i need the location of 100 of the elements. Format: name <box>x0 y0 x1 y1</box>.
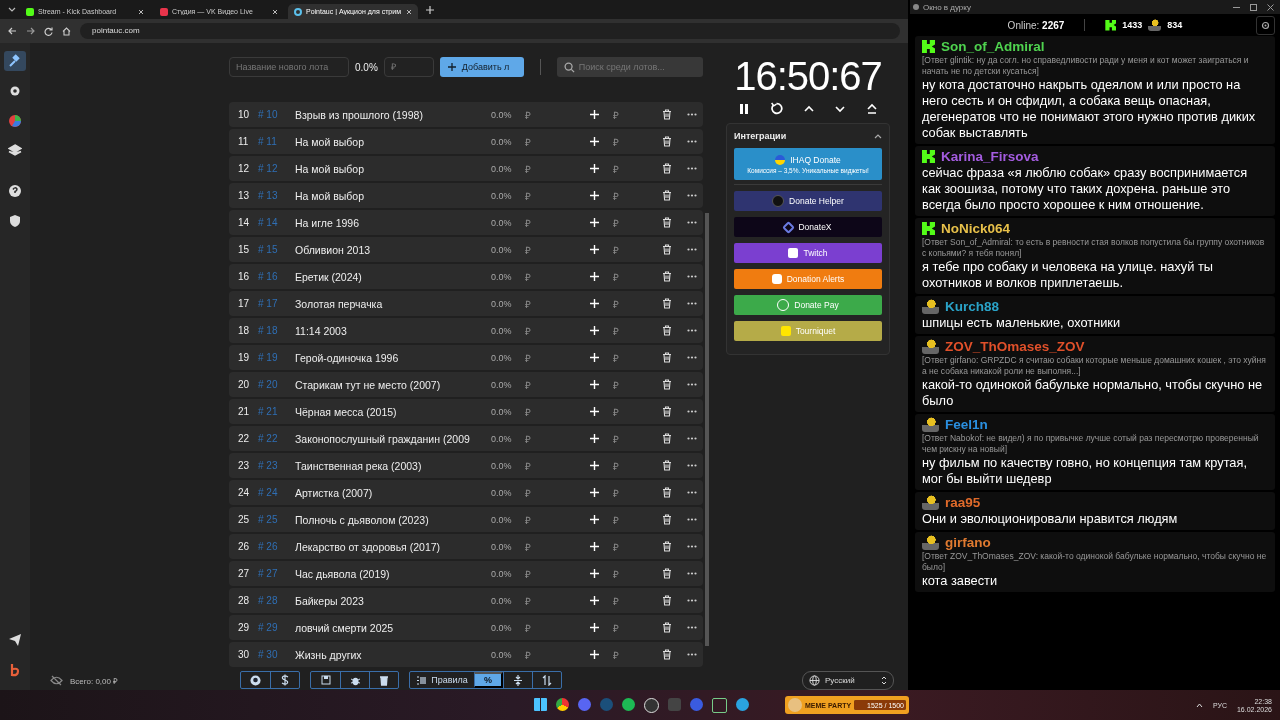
percent-button[interactable]: % <box>474 672 503 688</box>
delete-icon[interactable] <box>662 568 672 579</box>
lot-name-field[interactable]: Название нового лота <box>229 57 349 77</box>
lot-name[interactable]: Еретик (2024) <box>295 270 491 283</box>
delete-icon[interactable] <box>662 622 672 633</box>
lot-name[interactable]: На мой выбор <box>295 162 491 175</box>
add-icon[interactable] <box>590 299 599 308</box>
add-amount-field[interactable]: ₽ <box>613 649 619 661</box>
more-icon[interactable] <box>687 356 697 359</box>
delete-icon[interactable] <box>662 379 672 390</box>
integration-button[interactable]: Donate Helper <box>734 191 882 211</box>
reset-icon[interactable] <box>769 102 783 115</box>
taskbar-app-icon[interactable] <box>556 697 569 711</box>
lot-name[interactable]: На игле 1996 <box>295 216 491 229</box>
delete-icon[interactable] <box>662 649 672 660</box>
delete-icon[interactable] <box>662 217 672 228</box>
add-amount-field[interactable]: ₽ <box>613 271 619 283</box>
delete-icon[interactable] <box>662 514 672 525</box>
minimize-icon[interactable] <box>1233 6 1240 8</box>
lot-name[interactable]: 11:14 2003 <box>295 324 491 337</box>
add-icon[interactable] <box>590 515 599 524</box>
lot-name[interactable]: Обливион 2013 <box>295 243 491 256</box>
taskbar-app-icon[interactable] <box>712 697 727 713</box>
add-icon[interactable] <box>590 245 599 254</box>
search-field[interactable]: Поиск среди лотов... <box>556 57 703 77</box>
more-icon[interactable] <box>687 302 697 305</box>
chevron-down-icon[interactable] <box>834 104 847 113</box>
more-icon[interactable] <box>687 410 697 413</box>
add-icon[interactable] <box>590 569 599 578</box>
add-amount-field[interactable]: ₽ <box>613 190 619 202</box>
forward-icon[interactable] <box>26 27 35 35</box>
add-icon[interactable] <box>590 623 599 632</box>
delete-icon[interactable] <box>662 325 672 336</box>
add-icon[interactable] <box>590 137 599 146</box>
taskbar-app-icon[interactable] <box>534 697 547 711</box>
more-icon[interactable] <box>687 491 697 494</box>
add-amount-field[interactable]: ₽ <box>613 325 619 337</box>
more-icon[interactable] <box>687 248 697 251</box>
add-amount-field[interactable]: ₽ <box>613 352 619 364</box>
more-icon[interactable] <box>687 329 697 332</box>
more-icon[interactable] <box>687 221 697 224</box>
add-amount-field[interactable]: ₽ <box>613 163 619 175</box>
lot-name[interactable]: Лекарство от здоровья (2017) <box>295 540 491 553</box>
add-icon[interactable] <box>590 110 599 119</box>
delete-icon[interactable] <box>662 352 672 363</box>
more-icon[interactable] <box>687 572 697 575</box>
more-icon[interactable] <box>687 518 697 521</box>
add-amount-field[interactable]: ₽ <box>613 298 619 310</box>
more-icon[interactable] <box>687 545 697 548</box>
close-icon[interactable] <box>406 8 412 15</box>
taskbar-app-icon[interactable] <box>644 697 659 713</box>
delete-icon[interactable] <box>662 109 672 120</box>
add-amount-field[interactable]: ₽ <box>613 460 619 472</box>
lot-name[interactable]: Законопослушный гражданин (2009 <box>295 432 491 445</box>
tab-search-icon[interactable] <box>8 6 16 13</box>
add-icon[interactable] <box>590 164 599 173</box>
add-amount-field[interactable]: ₽ <box>613 541 619 553</box>
lot-name[interactable]: Взрыв из прошлого (1998) <box>295 108 491 121</box>
rules-button[interactable]: Правила <box>410 672 474 688</box>
integration-button[interactable]: Twitch <box>734 243 882 263</box>
chevron-up-icon[interactable] <box>1195 702 1203 708</box>
close-icon[interactable] <box>1267 3 1274 11</box>
amount-field[interactable]: ₽ <box>383 57 434 77</box>
lot-name[interactable]: Жизнь других <box>295 648 491 661</box>
lot-name[interactable]: Таинственная река (2003) <box>295 459 491 472</box>
delete-icon[interactable] <box>662 163 672 174</box>
lot-name[interactable]: Старикам тут не место (2007) <box>295 378 491 391</box>
add-amount-field[interactable]: ₽ <box>613 433 619 445</box>
lot-name[interactable]: На мой выбор <box>295 189 491 202</box>
lot-name[interactable]: Чёрная месса (2015) <box>295 405 491 418</box>
more-icon[interactable] <box>687 464 697 467</box>
home-icon[interactable] <box>62 26 71 36</box>
sidebar-icon[interactable] <box>4 51 26 71</box>
lot-name[interactable]: ловчий смерти 2025 <box>295 621 491 634</box>
more-icon[interactable] <box>687 599 697 602</box>
delete-icon[interactable] <box>662 433 672 444</box>
more-icon[interactable] <box>687 626 697 629</box>
add-amount-field[interactable]: ₽ <box>613 136 619 148</box>
add-icon[interactable] <box>590 542 599 551</box>
taskbar-app-icon[interactable] <box>736 697 749 711</box>
more-icon[interactable] <box>687 437 697 440</box>
add-icon[interactable] <box>590 380 599 389</box>
add-amount-field[interactable]: ₽ <box>613 568 619 580</box>
taskbar-app-icon[interactable] <box>622 697 635 711</box>
lot-name[interactable]: Золотая перчачка <box>295 297 491 310</box>
more-icon[interactable] <box>687 383 697 386</box>
new-tab-icon[interactable] <box>426 5 434 14</box>
add-icon[interactable] <box>590 488 599 497</box>
add-icon[interactable] <box>590 326 599 335</box>
add-icon[interactable] <box>590 596 599 605</box>
add-lot-button[interactable]: Добавить л <box>439 57 524 77</box>
close-icon[interactable] <box>138 8 144 15</box>
add-amount-field[interactable]: ₽ <box>613 514 619 526</box>
add-amount-field[interactable]: ₽ <box>613 487 619 499</box>
language-select[interactable]: Русский <box>802 670 894 690</box>
more-icon[interactable] <box>687 653 697 656</box>
add-icon[interactable] <box>590 434 599 443</box>
more-icon[interactable] <box>687 113 697 116</box>
eye-off-icon[interactable] <box>50 674 63 686</box>
integration-button[interactable]: DonateX <box>734 217 882 237</box>
